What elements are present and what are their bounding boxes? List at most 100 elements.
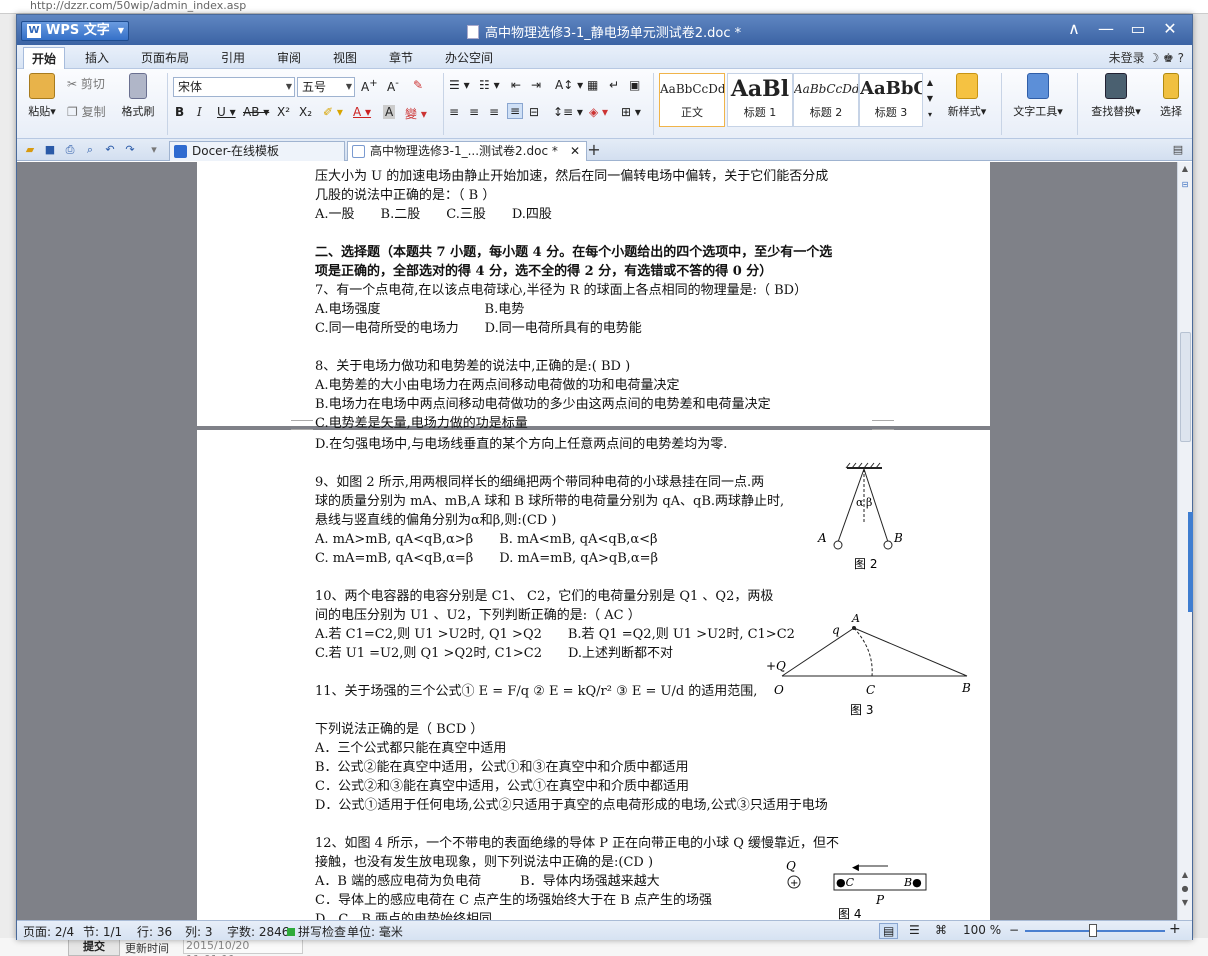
decrease-indent-button[interactable]: ⇤: [511, 78, 521, 92]
shrink-font-button[interactable]: A-: [387, 78, 399, 94]
tab-office-space[interactable]: 办公空间: [439, 48, 499, 67]
tab-references[interactable]: 引用: [215, 48, 251, 67]
subscript-button[interactable]: X₂: [299, 105, 312, 119]
outline-view-icon[interactable]: ☰: [909, 923, 920, 937]
grow-font-button[interactable]: A+: [361, 78, 378, 94]
collapse-ribbon-button[interactable]: ∧: [1058, 19, 1090, 38]
select-browse-object-icon[interactable]: ●: [1178, 884, 1192, 893]
redo-icon[interactable]: ↷: [123, 143, 137, 156]
highlight-button[interactable]: ✐ ▾: [323, 105, 343, 119]
align-left-button[interactable]: ≡: [449, 105, 459, 119]
browser-address-bar[interactable]: http://dzzr.com/50wip/admin_index.asp: [0, 0, 1208, 14]
skin-icon[interactable]: ☽: [1148, 51, 1159, 65]
numbered-list-button[interactable]: ☷ ▾: [479, 78, 500, 92]
underline-button[interactable]: U ▾: [217, 105, 236, 119]
select-button[interactable]: 选择: [1153, 69, 1189, 119]
browser-left-strip: [0, 14, 16, 944]
maximize-button[interactable]: ▭: [1122, 19, 1154, 38]
align-center-button[interactable]: ≡: [469, 105, 479, 119]
login-status[interactable]: 未登录: [1109, 51, 1145, 65]
paragraph-mark-icon[interactable]: ↵: [609, 78, 619, 92]
shading-button[interactable]: ◈ ▾: [589, 105, 608, 119]
zoom-in-icon[interactable]: +: [1169, 921, 1181, 937]
print-layout-view-icon[interactable]: ▤: [879, 923, 899, 939]
align-right-button[interactable]: ≡: [489, 105, 499, 119]
style-heading-1[interactable]: AaBl 标题 1: [727, 73, 793, 127]
spell-check-toggle[interactable]: 拼写检查: [287, 923, 346, 940]
distribute-button[interactable]: ⊟: [529, 105, 539, 119]
style-normal[interactable]: AaBbCcDd 正文: [659, 73, 725, 127]
font-size-select[interactable]: 五号 ▼: [297, 77, 355, 97]
font-name-select[interactable]: 宋体 ▼: [173, 77, 295, 97]
zoom-out-icon[interactable]: −: [1009, 923, 1019, 937]
tab-page-layout[interactable]: 页面布局: [135, 48, 195, 67]
style-heading-2[interactable]: AaBbCcDd 标题 2: [793, 73, 859, 127]
close-button[interactable]: ✕: [1154, 19, 1186, 38]
prev-page-icon[interactable]: ▲: [1178, 870, 1192, 879]
clear-format-icon[interactable]: ✎: [413, 78, 423, 92]
border-button[interactable]: ⊞ ▾: [621, 105, 641, 119]
print-icon[interactable]: ⎙: [63, 143, 77, 156]
split-view-icon[interactable]: ⊟: [1178, 180, 1192, 189]
tab-insert[interactable]: 插入: [79, 48, 115, 67]
minimize-button[interactable]: —: [1090, 19, 1122, 38]
new-tab-icon[interactable]: +: [587, 142, 601, 158]
tab-chapter[interactable]: 章节: [383, 48, 419, 67]
shirt-icon[interactable]: ♚: [1163, 51, 1174, 65]
increase-indent-button[interactable]: ⇥: [531, 78, 541, 92]
strikethrough-button[interactable]: AB ▾: [243, 105, 269, 119]
close-tab-icon[interactable]: ✕: [570, 142, 580, 160]
customize-toolbar-icon[interactable]: ▾: [147, 143, 161, 156]
table-grid-icon[interactable]: ▦: [587, 78, 598, 92]
italic-button[interactable]: I: [197, 105, 202, 119]
undo-icon[interactable]: ↶: [103, 143, 117, 156]
copy-button[interactable]: ❐ 复制: [67, 103, 106, 120]
status-word-count[interactable]: 字数: 2846: [227, 923, 289, 940]
line-spacing-button[interactable]: ↕≡ ▾: [553, 105, 583, 119]
scroll-thumb[interactable]: [1180, 332, 1191, 442]
show-hide-icon[interactable]: ▣: [629, 78, 640, 92]
open-folder-icon[interactable]: ▰: [23, 143, 37, 156]
fig3-label-o: O: [774, 683, 784, 697]
sort-button[interactable]: A↕ ▾: [555, 78, 583, 92]
update-time-field[interactable]: 2015/10/20 11:01:11: [183, 938, 303, 956]
tab-current-document[interactable]: 高中物理选修3-1_...测试卷2.doc * ✕: [347, 141, 587, 161]
zoom-level[interactable]: 100 %: [963, 923, 1001, 937]
new-style-button[interactable]: 新样式▾: [939, 69, 995, 119]
find-replace-button[interactable]: 查找替换▾: [1083, 69, 1149, 119]
page-1: 压大小为 U 的加速电场由静止开始加速，然后在同一偏转电场中偏转，关于它们能否分…: [197, 162, 990, 431]
cut-button[interactable]: ✂ 剪切: [67, 75, 105, 92]
char-shading-button[interactable]: A: [383, 105, 396, 119]
submit-button[interactable]: 提交: [68, 938, 120, 956]
justify-button[interactable]: ≡: [507, 103, 524, 119]
print-preview-icon[interactable]: ⌕: [83, 143, 97, 156]
font-color-button[interactable]: A ▾: [353, 105, 371, 119]
tab-view[interactable]: 视图: [327, 48, 363, 67]
status-unit[interactable]: 单位: 毫米: [347, 923, 403, 940]
text-tools-button[interactable]: 文字工具▾: [1007, 69, 1069, 119]
tab-docer[interactable]: Docer-在线模板: [169, 141, 345, 161]
next-page-icon[interactable]: ▼: [1178, 898, 1192, 907]
superscript-button[interactable]: X²: [277, 105, 290, 119]
bold-button[interactable]: B: [175, 105, 184, 119]
app-menu-button[interactable]: W WPS 文字 ▼: [21, 21, 129, 41]
side-panel-toggle[interactable]: [1188, 512, 1193, 612]
fig3-label-a: A: [851, 612, 860, 625]
zoom-slider-handle[interactable]: [1089, 924, 1097, 937]
phonetic-button[interactable]: 變 ▾: [405, 105, 427, 122]
status-page[interactable]: 页面: 2/4: [23, 923, 74, 940]
tab-home[interactable]: 开始: [23, 47, 66, 69]
web-layout-view-icon[interactable]: ⌘: [935, 923, 947, 937]
save-icon[interactable]: ■: [43, 143, 57, 156]
tab-review[interactable]: 审阅: [271, 48, 307, 67]
scroll-up-icon[interactable]: ▲: [1178, 164, 1192, 173]
style-heading-3[interactable]: AaBbC 标题 3: [859, 73, 923, 127]
format-painter-button[interactable]: 格式刷: [115, 69, 161, 119]
tab-list-icon[interactable]: ▤: [1171, 143, 1185, 156]
style-scroll-arrows[interactable]: ▲ ▼ ▾: [925, 75, 935, 123]
vertical-scrollbar[interactable]: ▲ ⊟ ▲ ● ▼: [1177, 162, 1193, 920]
format-painter-label: 格式刷: [121, 105, 155, 118]
bullet-list-button[interactable]: ☰ ▾: [449, 78, 470, 92]
help-icon[interactable]: ?: [1178, 51, 1184, 65]
paste-button[interactable]: 粘贴▾: [21, 69, 63, 119]
